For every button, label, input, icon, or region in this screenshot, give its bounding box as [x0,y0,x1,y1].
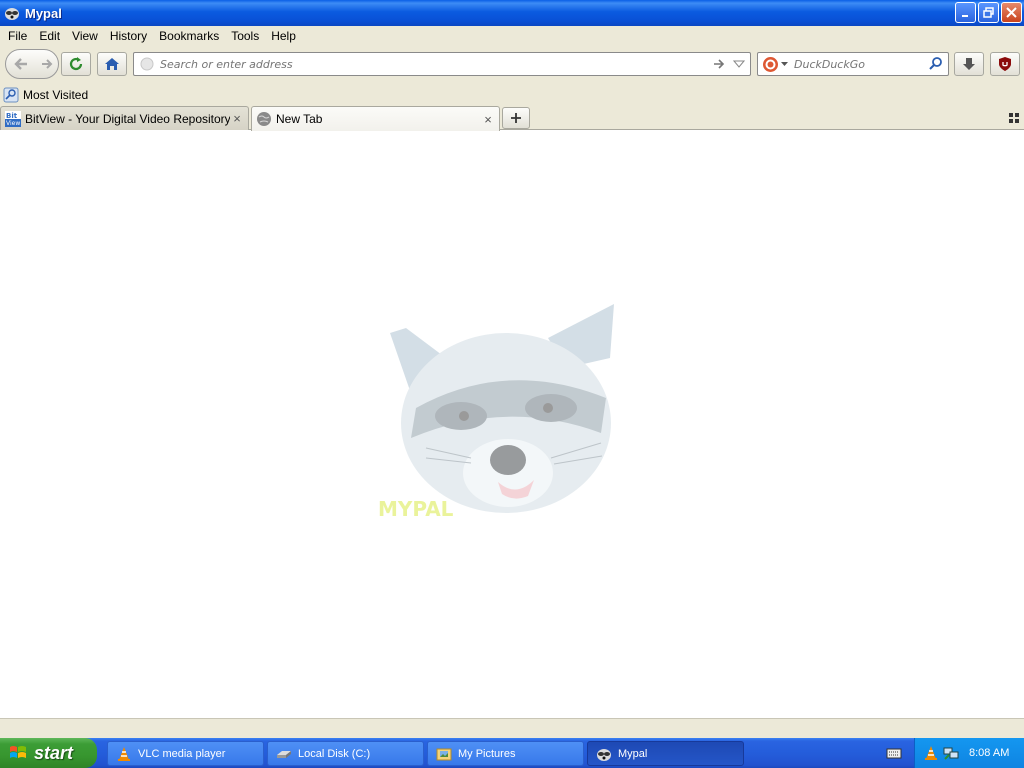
most-visited-label: Most Visited [23,88,89,102]
minimize-icon [962,15,968,17]
reload-button[interactable] [61,52,91,76]
system-tray: 8:08 AM [914,738,1024,768]
svg-text:View: View [6,120,20,127]
duckduckgo-icon[interactable] [762,56,779,73]
history-dropdown-icon[interactable] [733,58,745,70]
close-button[interactable] [1001,2,1022,23]
task-mypal[interactable]: Mypal [587,741,744,766]
search-input[interactable] [794,57,924,72]
forward-arrow-icon [42,59,53,69]
search-icon[interactable] [928,56,944,72]
back-button[interactable] [6,50,36,78]
vlc-tray-icon[interactable] [923,745,939,761]
start-button[interactable]: start [0,738,97,768]
tab-label: New Tab [276,112,323,126]
forward-button[interactable] [37,50,57,78]
menu-file[interactable]: File [2,29,33,43]
hard-drive-icon [277,750,291,758]
svg-text:MYPAL: MYPAL [378,497,454,521]
restore-icon [983,7,994,18]
go-arrow-icon[interactable] [712,57,726,71]
start-label: start [34,742,74,763]
new-tab-page: MYPAL [0,130,1024,718]
site-identity-icon [140,57,154,71]
taskbar: start VLC media player Local Disk (C:) M… [0,738,1024,768]
svg-text:Bit: Bit [6,112,18,120]
tab-strip: Bit View BitView - Your Digital Video Re… [0,106,1024,131]
back-arrow-icon [14,58,27,70]
menu-bookmarks[interactable]: Bookmarks [153,29,225,43]
menu-edit[interactable]: Edit [33,29,66,43]
globe-icon [257,112,271,126]
keyboard-language-icon[interactable] [886,746,902,760]
task-vlc[interactable]: VLC media player [107,741,264,766]
windows-flag-icon [10,746,26,758]
tab-bitview[interactable]: Bit View BitView - Your Digital Video Re… [0,106,249,130]
restore-button[interactable] [978,2,999,23]
new-tab-button[interactable] [502,107,530,129]
tab-close-icon[interactable]: × [481,112,495,127]
most-visited-bookmark[interactable]: Most Visited [3,87,88,103]
vlc-cone-icon [118,746,130,761]
address-bar[interactable] [133,52,751,76]
ublock-button[interactable] [990,52,1020,76]
close-icon [1006,7,1017,18]
most-visited-icon [3,87,19,103]
menu-history[interactable]: History [104,29,153,43]
task-my-pictures[interactable]: My Pictures [427,741,584,766]
navigation-toolbar [0,48,1024,82]
task-label: Mypal [618,747,648,760]
mypal-raccoon-icon [5,8,19,20]
status-bar [0,718,1024,738]
engine-dropdown-icon[interactable] [781,62,788,67]
mypal-raccoon-logo: MYPAL [378,304,614,521]
mypal-raccoon-icon [597,748,611,761]
address-input[interactable] [160,57,700,72]
tab-label: BitView - Your Digital Video Repository [25,111,230,126]
list-all-tabs-icon[interactable] [1008,112,1020,124]
downloads-button[interactable] [954,52,984,76]
tab-new-tab[interactable]: New Tab × [251,106,500,131]
menu-view[interactable]: View [66,29,104,43]
menu-tools[interactable]: Tools [225,29,265,43]
bitview-favicon-icon: Bit View [5,110,21,127]
task-label: My Pictures [458,747,516,760]
bookmarks-toolbar: Most Visited [0,84,1024,106]
minimize-button[interactable] [955,2,976,23]
task-local-disk[interactable]: Local Disk (C:) [267,741,424,766]
home-button[interactable] [97,52,127,76]
home-icon [105,58,119,70]
title-bar: Mypal [0,0,1024,26]
plus-icon [511,113,521,123]
ublock-shield-icon [999,57,1011,71]
pictures-folder-icon [436,748,452,760]
network-tray-icon[interactable] [943,745,959,761]
task-label: Local Disk (C:) [298,747,371,760]
menu-bar: File Edit View History Bookmarks Tools H… [0,26,1024,46]
task-label: VLC media player [138,747,226,760]
clock: 8:08 AM [969,747,1010,759]
search-bar[interactable] [757,52,949,76]
window-title: Mypal [25,5,62,21]
tab-close-icon[interactable]: × [230,111,244,126]
download-icon [963,58,975,70]
back-forward-group [5,49,59,79]
reload-icon [69,57,83,71]
menu-help[interactable]: Help [265,29,302,43]
